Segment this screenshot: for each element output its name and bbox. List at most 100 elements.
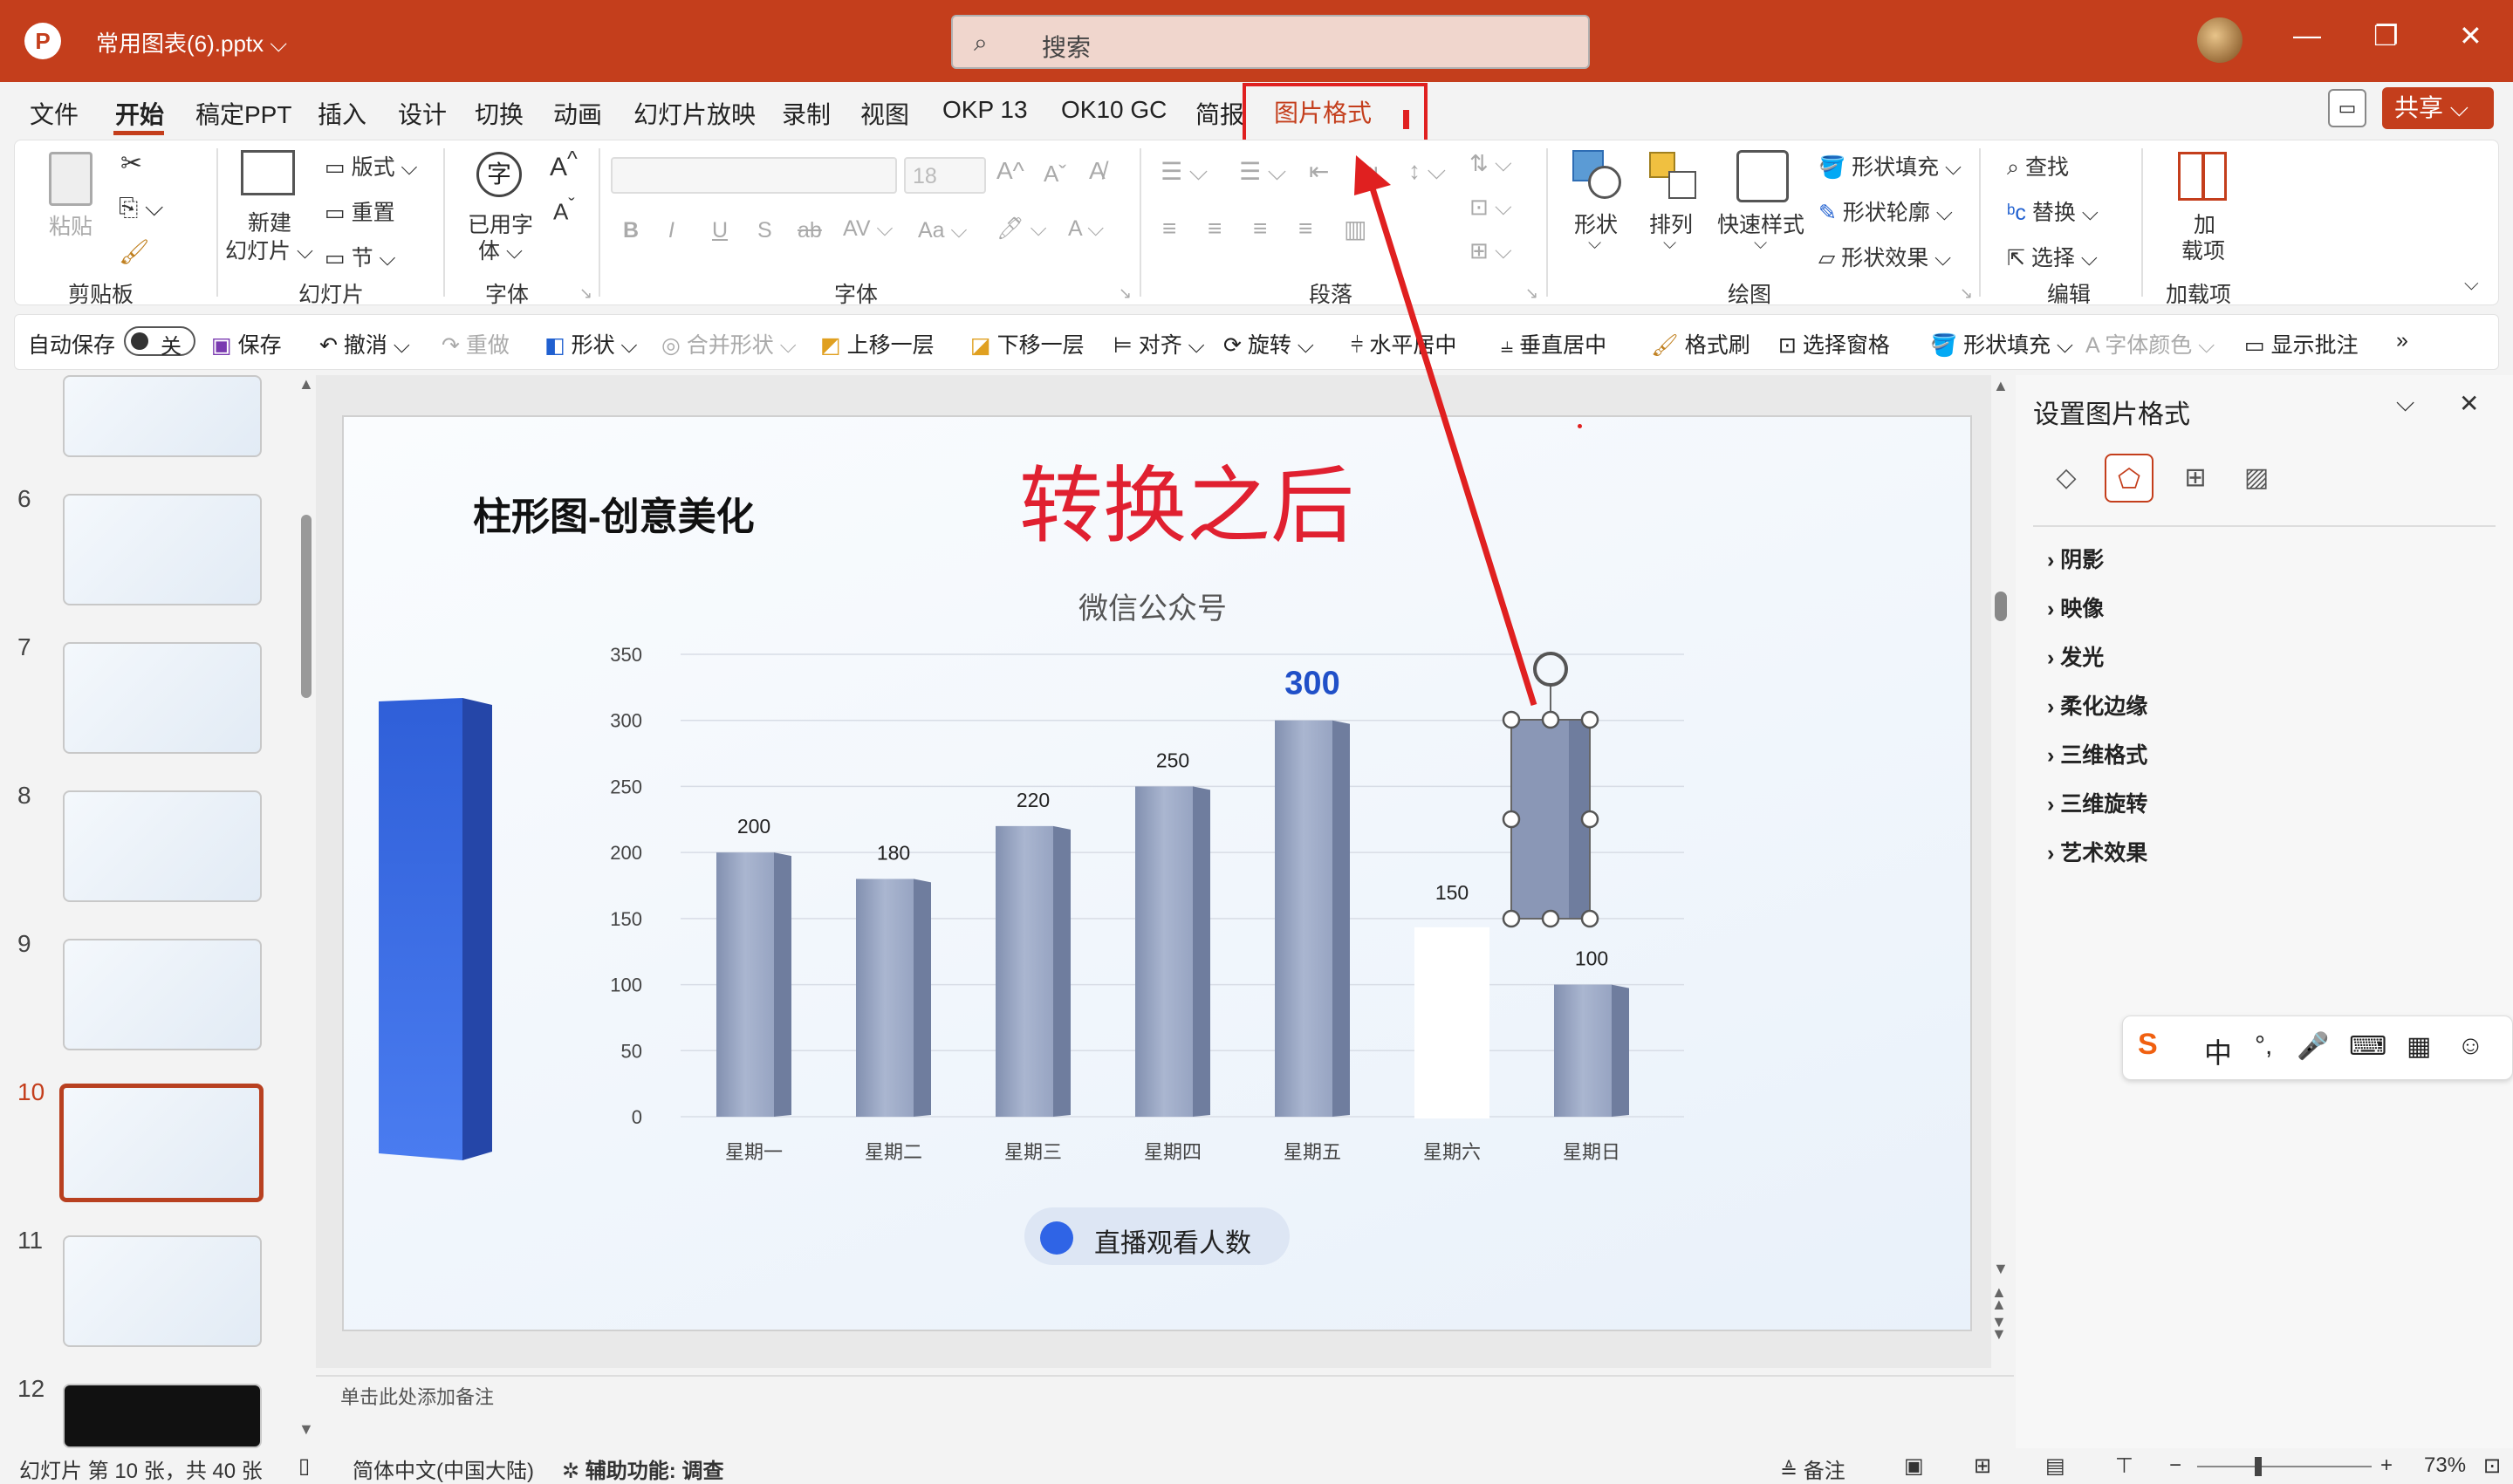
- search-box[interactable]: ⌕ 搜索: [951, 15, 1590, 69]
- justify-icon[interactable]: ≡: [1298, 215, 1312, 243]
- arrange-icon[interactable]: [1649, 152, 1698, 201]
- slide-sorter-icon[interactable]: ⊞: [1974, 1453, 1991, 1479]
- file-title[interactable]: 常用图表(6).pptx ⌵: [96, 26, 287, 58]
- shadow-text-icon[interactable]: S: [757, 218, 772, 243]
- resize-handle[interactable]: [1580, 909, 1599, 928]
- qat-font-color-button[interactable]: A 字体颜色 ⌵: [2085, 328, 2215, 359]
- align-center-icon[interactable]: ≡: [1208, 215, 1222, 243]
- bar[interactable]: [1554, 984, 1612, 1117]
- numbering-icon[interactable]: ☰ ⌵: [1239, 157, 1286, 187]
- ime-menu-icon[interactable]: ▦: [2407, 1031, 2431, 1062]
- arrange-dropdown-icon[interactable]: ⌵: [1663, 234, 1676, 254]
- new-slide-icon[interactable]: [241, 150, 295, 195]
- font-name-input[interactable]: [611, 157, 897, 194]
- section-3d-rotation[interactable]: › 三维旋转: [2047, 787, 2147, 818]
- align-button[interactable]: ⊨ 对齐 ⌵: [1113, 328, 1205, 359]
- replace-button[interactable]: ᵇc 替换 ⌵: [2007, 195, 2099, 227]
- restore-button[interactable]: ❐: [2373, 19, 2399, 52]
- paste-button[interactable]: 粘贴: [49, 209, 92, 241]
- slide-thumbnail-7[interactable]: [63, 642, 262, 754]
- sogou-logo-icon[interactable]: S: [2138, 1028, 2158, 1062]
- scroll-up-icon[interactable]: ▲: [1993, 377, 2009, 395]
- collapse-ribbon-icon[interactable]: ⌵: [2464, 272, 2479, 295]
- slide-thumbnail-10-active[interactable]: [59, 1084, 264, 1202]
- copy-icon[interactable]: ⎘ ⌵: [119, 194, 163, 222]
- addins-icon[interactable]: [2178, 152, 2227, 201]
- tab-ok10gc[interactable]: OK10 GC: [1061, 96, 1167, 124]
- change-case-icon[interactable]: Aa ⌵: [918, 218, 967, 243]
- tab-okp13[interactable]: OKP 13: [942, 96, 1028, 124]
- zoom-in-icon[interactable]: +: [2380, 1453, 2393, 1478]
- shapes-icon[interactable]: [1572, 150, 1623, 201]
- undo-button[interactable]: ↶ 撤消 ⌵: [319, 328, 410, 359]
- scroll-down-icon[interactable]: ▼: [298, 1420, 314, 1439]
- quick-styles-dropdown-icon[interactable]: ⌵: [1754, 234, 1767, 254]
- close-button[interactable]: ✕: [2459, 19, 2482, 52]
- bullets-icon[interactable]: ☰ ⌵: [1161, 157, 1208, 187]
- scroll-up-icon[interactable]: ▲: [298, 375, 314, 393]
- reading-view-icon[interactable]: ▤: [2045, 1453, 2065, 1479]
- bold-icon[interactable]: B: [623, 218, 639, 243]
- tab-record[interactable]: 录制: [782, 96, 831, 131]
- qat-shape-button[interactable]: ◧ 形状 ⌵: [544, 328, 637, 359]
- chart-title[interactable]: 微信公众号: [1078, 585, 1227, 627]
- align-left-icon[interactable]: ≡: [1162, 215, 1176, 243]
- autosave-toggle[interactable]: 关: [124, 326, 195, 359]
- pane-close-icon[interactable]: ✕: [2459, 389, 2479, 418]
- layout-button[interactable]: ▭ 版式 ⌵: [325, 150, 417, 181]
- ime-lang-toggle[interactable]: 中: [2204, 1031, 2232, 1071]
- slide-banner-text[interactable]: 转换之后: [1019, 438, 1354, 559]
- align-right-icon[interactable]: ≡: [1253, 215, 1267, 243]
- zoom-level[interactable]: 73%: [2424, 1453, 2466, 1478]
- normal-view-icon[interactable]: ▣: [1904, 1453, 1924, 1479]
- select-button[interactable]: ⇱ 选择 ⌵: [2007, 241, 2098, 272]
- selection-pane-button[interactable]: ⊡ 选择窗格: [1778, 328, 1890, 359]
- used-font-icon[interactable]: 字: [476, 152, 522, 197]
- show-comments-button[interactable]: ▭ 显示批注: [2244, 328, 2359, 359]
- dialog-launcher-icon[interactable]: ↘: [579, 284, 592, 303]
- section-soft-edges[interactable]: › 柔化边缘: [2047, 689, 2147, 721]
- reset-button[interactable]: ▭ 重置: [325, 195, 395, 227]
- section-reflection[interactable]: › 映像: [2047, 592, 2104, 623]
- pane-options-icon[interactable]: ⌵: [2396, 389, 2414, 418]
- shape-fill-button[interactable]: 🪣 形状填充 ⌵: [1818, 150, 1962, 181]
- shrink-font-icon[interactable]: Aˇ: [553, 194, 575, 226]
- dialog-launcher-icon[interactable]: ↘: [1960, 284, 1973, 303]
- send-backward-button[interactable]: ◪ 下移一层: [970, 328, 1085, 359]
- zoom-slider-thumb[interactable]: [2255, 1457, 2262, 1476]
- qat-format-painter-button[interactable]: 🖌 格式刷: [1651, 328, 1750, 359]
- notes-pane[interactable]: [316, 1375, 2014, 1448]
- slide-thumbnail-9[interactable]: [63, 939, 262, 1050]
- tab-file[interactable]: 文件: [30, 96, 79, 131]
- shapes-dropdown-icon[interactable]: ⌵: [1588, 234, 1601, 254]
- share-button[interactable]: 共享 ⌵: [2382, 87, 2494, 129]
- slide-scrollbar[interactable]: [1993, 375, 2010, 1375]
- size-properties-tab-icon[interactable]: ⊞: [2171, 454, 2220, 503]
- slide-thumbnail-12[interactable]: [63, 1384, 262, 1448]
- used-font-dropdown[interactable]: 体 ⌵: [478, 234, 523, 265]
- tab-home[interactable]: 开始: [115, 96, 164, 131]
- resize-handle[interactable]: [1541, 909, 1560, 928]
- decorative-blue-bar[interactable]: [379, 698, 492, 1160]
- section-button[interactable]: ▭ 节 ⌵: [325, 241, 395, 272]
- section-artistic-effects[interactable]: › 艺术效果: [2047, 836, 2147, 867]
- resize-handle[interactable]: [1502, 810, 1521, 829]
- slide-title[interactable]: 柱形图-创意美化: [473, 485, 755, 541]
- slide-thumbnail-11[interactable]: [63, 1235, 262, 1347]
- quick-styles-icon[interactable]: [1736, 150, 1789, 202]
- bar[interactable]: [716, 852, 774, 1117]
- section-glow[interactable]: › 发光: [2047, 640, 2104, 672]
- increase-font-icon[interactable]: A^: [996, 157, 1024, 185]
- new-slide-button[interactable]: 幻灯片 ⌵: [225, 234, 313, 265]
- tab-design[interactable]: 设计: [398, 96, 447, 131]
- bar[interactable]: [1135, 786, 1193, 1117]
- minimize-button[interactable]: —: [2293, 19, 2321, 51]
- bar[interactable]: [1275, 720, 1332, 1117]
- comment-button[interactable]: ▭: [2328, 89, 2366, 127]
- spellcheck-icon[interactable]: ▯: [298, 1453, 310, 1479]
- avatar[interactable]: [2197, 17, 2243, 63]
- next-slide-icon[interactable]: ▼ ▼: [1991, 1314, 2007, 1342]
- ime-punctuation-icon[interactable]: °,: [2255, 1031, 2272, 1061]
- notes-placeholder[interactable]: 单击此处添加备注: [340, 1382, 494, 1410]
- paste-icon[interactable]: [49, 152, 92, 206]
